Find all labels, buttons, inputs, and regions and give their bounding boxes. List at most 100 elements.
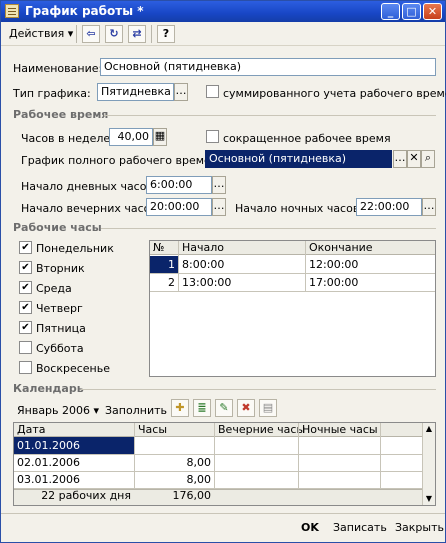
night-start-select-button[interactable]: … bbox=[422, 198, 436, 216]
footer-divider bbox=[1, 513, 445, 514]
evening-start-select-button[interactable]: … bbox=[212, 198, 226, 216]
document-icon bbox=[5, 4, 19, 18]
column-header-night[interactable]: Ночные часы bbox=[299, 421, 381, 438]
row-number: 2 bbox=[168, 276, 175, 289]
night-start-field[interactable]: 22:00:00 bbox=[356, 198, 422, 216]
row-hours[interactable]: 8,00 bbox=[135, 454, 214, 471]
monday-checkbox[interactable]: ✔ bbox=[19, 241, 32, 254]
saturday-label: Суббота bbox=[36, 342, 84, 355]
tuesday-label: Вторник bbox=[36, 262, 85, 275]
full-schedule-field[interactable]: Основной (пятидневка) bbox=[205, 150, 392, 168]
minimize-button[interactable]: _ bbox=[381, 3, 400, 20]
thursday-label: Четверг bbox=[36, 302, 83, 315]
evening-start-label: Начало вечерних часов: bbox=[21, 202, 161, 215]
row-end[interactable]: 12:00:00 bbox=[306, 256, 361, 273]
close-window-button[interactable]: ✕ bbox=[423, 3, 442, 20]
footer-hours: 176,00 bbox=[172, 489, 212, 502]
row-date[interactable]: 01.01.2006 bbox=[14, 437, 134, 454]
monday-label: Понедельник bbox=[36, 242, 114, 255]
calendar-table[interactable]: Дата Часы Вечерние часы Ночные часы 01.0… bbox=[13, 422, 436, 506]
type-field[interactable]: Пятидневка bbox=[97, 83, 174, 101]
toolbar-separator bbox=[76, 25, 77, 43]
thursday-checkbox[interactable]: ✔ bbox=[19, 301, 32, 314]
name-label: Наименование: bbox=[13, 62, 103, 75]
day-start-select-button[interactable]: … bbox=[212, 176, 226, 194]
name-field[interactable]: Основной (пятидневка) bbox=[100, 58, 436, 76]
column-header-end[interactable]: Окончание bbox=[306, 239, 376, 256]
window-title: График работы * bbox=[25, 4, 144, 18]
row-hours[interactable]: 8,00 bbox=[135, 471, 214, 488]
sunday-label: Воскресенье bbox=[36, 362, 110, 375]
clear-icon[interactable]: ✕ bbox=[407, 150, 421, 168]
footer-days: 22 рабочих дня bbox=[41, 489, 131, 502]
day-start-field[interactable]: 6:00:00 bbox=[146, 176, 212, 194]
ok-button[interactable]: OK bbox=[301, 521, 319, 534]
hours-week-field[interactable]: 40,00 bbox=[109, 128, 153, 146]
row-start[interactable]: 8:00:00 bbox=[179, 256, 227, 273]
tuesday-checkbox[interactable]: ✔ bbox=[19, 261, 32, 274]
full-schedule-label: График полного рабочего времени: bbox=[21, 154, 229, 167]
column-header-evening[interactable]: Вечерние часы bbox=[215, 421, 308, 438]
search-icon[interactable]: ⌕ bbox=[421, 150, 435, 168]
row-hours[interactable] bbox=[135, 437, 214, 454]
hours-table[interactable]: № Начало Окончание 1 8:00:00 12:00:00 2 … bbox=[149, 240, 436, 377]
work-time-section: Рабочее время bbox=[13, 108, 109, 121]
calculator-icon[interactable]: ▦ bbox=[153, 128, 167, 146]
section-divider bbox=[101, 228, 436, 229]
work-hours-section: Рабочие часы bbox=[13, 221, 102, 234]
section-divider bbox=[104, 115, 436, 116]
summary-checkbox[interactable] bbox=[206, 85, 219, 98]
grid-settings-icon[interactable]: ▤ bbox=[259, 399, 277, 417]
column-header-start[interactable]: Начало bbox=[179, 239, 227, 256]
type-label: Тип графика: bbox=[13, 87, 91, 100]
row-end[interactable]: 17:00:00 bbox=[306, 274, 361, 291]
row-date[interactable]: 03.01.2006 bbox=[14, 471, 134, 488]
schedule-window: График работы * _ □ ✕ Действия ▾ ⇦ ↻ ⇄ ?… bbox=[0, 0, 446, 543]
row-start[interactable]: 13:00:00 bbox=[179, 274, 234, 291]
chevron-down-icon: ▾ bbox=[67, 27, 74, 40]
toolbar-separator bbox=[151, 25, 152, 43]
friday-label: Пятница bbox=[36, 322, 86, 335]
edit-row-icon[interactable]: ✎ bbox=[215, 399, 233, 417]
close-button[interactable]: Закрыть bbox=[395, 521, 444, 534]
column-header-number[interactable]: № bbox=[150, 239, 167, 256]
section-divider bbox=[81, 389, 436, 390]
actions-menu-button[interactable]: Действия ▾ bbox=[9, 27, 73, 40]
calendar-section: Календарь bbox=[13, 382, 84, 395]
type-select-button[interactable]: … bbox=[174, 83, 188, 101]
help-icon[interactable]: ? bbox=[157, 25, 175, 43]
save-button[interactable]: Записать bbox=[333, 521, 387, 534]
back-arrow-icon[interactable]: ⇦ bbox=[82, 25, 100, 43]
summary-label: суммированного учета рабочего времени bbox=[223, 87, 446, 100]
chevron-down-icon: ▾ bbox=[93, 404, 100, 417]
maximize-button[interactable]: □ bbox=[402, 3, 421, 20]
column-header-hours[interactable]: Часы bbox=[135, 421, 170, 438]
toolbar: Действия ▾ ⇦ ↻ ⇄ ? bbox=[1, 22, 445, 46]
scroll-down-icon[interactable]: ▼ bbox=[423, 493, 435, 505]
evening-start-field[interactable]: 20:00:00 bbox=[146, 198, 212, 216]
add-row-icon[interactable]: ✚ bbox=[171, 399, 189, 417]
reduced-checkbox[interactable] bbox=[206, 130, 219, 143]
scroll-up-icon[interactable]: ▲ bbox=[423, 423, 435, 435]
day-start-label: Начало дневных часов: bbox=[21, 180, 157, 193]
row-number: 1 bbox=[150, 256, 178, 273]
sunday-checkbox[interactable] bbox=[19, 361, 32, 374]
actions-menu-label: Действия bbox=[9, 27, 65, 40]
wednesday-checkbox[interactable]: ✔ bbox=[19, 281, 32, 294]
night-start-label: Начало ночных часов: bbox=[235, 202, 364, 215]
title-bar: График работы * _ □ ✕ bbox=[1, 1, 445, 22]
fill-button[interactable]: Заполнить bbox=[105, 404, 167, 417]
period-selector[interactable]: Январь 2006 ▾ bbox=[17, 404, 99, 417]
row-divider bbox=[150, 291, 435, 292]
hours-week-label: Часов в неделе: bbox=[21, 132, 114, 145]
full-schedule-select-button[interactable]: … bbox=[393, 150, 407, 168]
friday-checkbox[interactable]: ✔ bbox=[19, 321, 32, 334]
saturday-checkbox[interactable] bbox=[19, 341, 32, 354]
transfer-icon[interactable]: ⇄ bbox=[128, 25, 146, 43]
row-date[interactable]: 02.01.2006 bbox=[14, 454, 134, 471]
wednesday-label: Среда bbox=[36, 282, 72, 295]
refresh-icon[interactable]: ↻ bbox=[105, 25, 123, 43]
column-header-date[interactable]: Дата bbox=[14, 421, 48, 438]
copy-row-icon[interactable]: ≣ bbox=[193, 399, 211, 417]
delete-row-icon[interactable]: ✖ bbox=[237, 399, 255, 417]
